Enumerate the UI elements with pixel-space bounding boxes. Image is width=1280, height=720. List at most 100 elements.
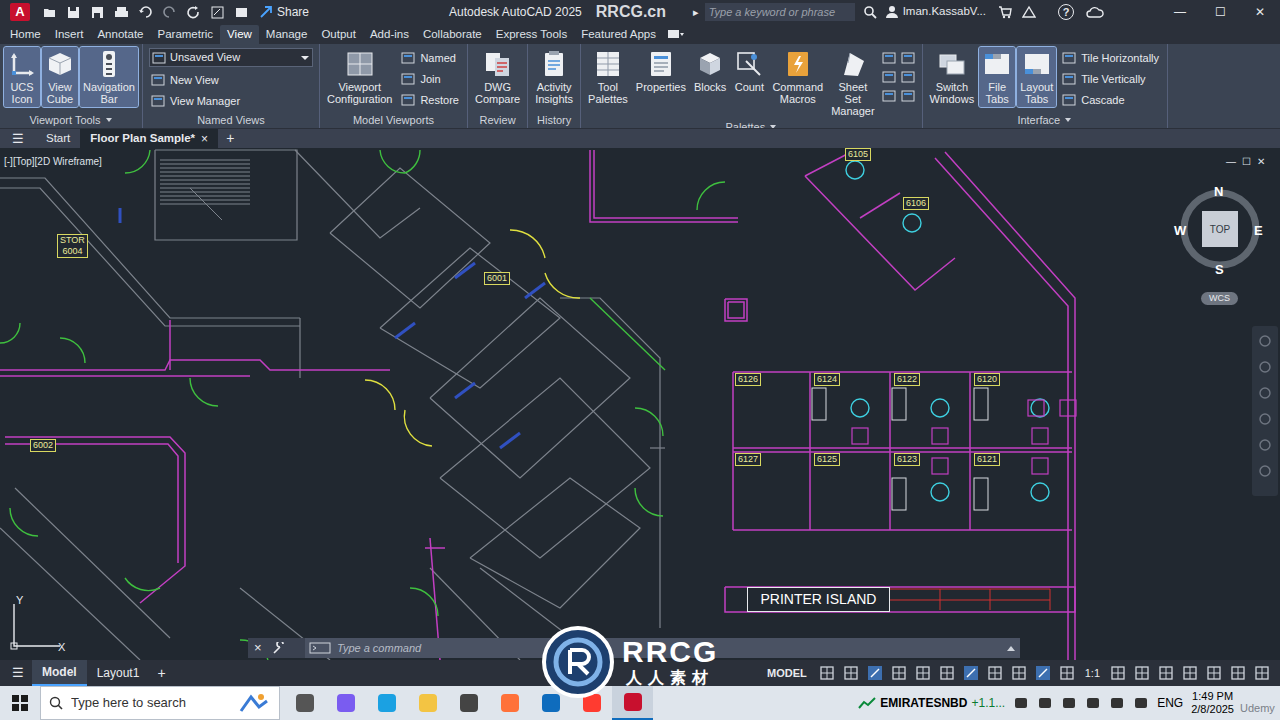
clock[interactable]: 1:49 PM2/8/2025 <box>1191 690 1234 716</box>
taskbar-app-button[interactable] <box>612 686 653 720</box>
ribbon-tab[interactable]: View <box>220 25 259 44</box>
ribbon-tab[interactable]: Add-ins <box>363 25 416 44</box>
floor-plan-canvas[interactable] <box>0 148 1280 660</box>
space-toggle[interactable]: MODEL <box>767 665 807 682</box>
ribbon-tab[interactable]: Annotate <box>90 25 150 44</box>
file-menu-button[interactable]: ☰ <box>0 129 36 149</box>
ribbon-small-button[interactable]: View Manager <box>149 91 313 111</box>
annotation-scale[interactable]: 1:1 <box>1085 665 1100 682</box>
ribbon-button[interactable]: Viewport Configuration <box>324 47 395 107</box>
layout-menu-button[interactable]: ☰ <box>12 663 24 683</box>
taskbar-app-button[interactable] <box>284 686 325 720</box>
new-tab-button[interactable]: + <box>218 128 242 149</box>
room-tag[interactable]: 6105 <box>845 148 871 161</box>
layout-tab[interactable]: Model <box>32 660 87 686</box>
drawing-area[interactable]: [-][Top][2D Wireframe] — ☐ ✕ STOR6004 6001 600… <box>0 148 1280 660</box>
ribbon-button[interactable]: Properties <box>633 47 689 95</box>
taskbar-app-button[interactable] <box>366 686 407 720</box>
ribbon-tab[interactable]: Express Tools <box>489 25 574 44</box>
ribbon-small-button[interactable]: Cascade <box>1060 90 1161 110</box>
named-view-dropdown[interactable]: Unsaved View <box>149 48 313 67</box>
ribbon-button[interactable]: UCS Icon <box>4 47 40 107</box>
room-tag[interactable]: 6122 <box>894 373 920 386</box>
ribbon-small-button[interactable]: Restore <box>399 90 461 110</box>
status-tool-icon-part <box>1061 667 1073 679</box>
ribbon-tab[interactable]: Featured Apps <box>574 25 663 44</box>
file-tab[interactable]: Start <box>36 129 80 149</box>
taskbar-app-button[interactable] <box>325 686 366 720</box>
ribbon-button[interactable]: DWG Compare <box>472 47 523 107</box>
user-account[interactable]: Iman.KassabV... <box>885 3 986 20</box>
room-tag[interactable]: 6124 <box>814 373 840 386</box>
file-tab[interactable]: Floor Plan Sample*× <box>80 129 218 149</box>
ribbon-small-button[interactable]: Tile Horizontally <box>1060 48 1161 68</box>
quick-access-icon-part <box>115 11 128 17</box>
view-cube-face[interactable]: TOP <box>1202 211 1238 247</box>
stair-tread <box>160 196 250 197</box>
taskbar-app-button[interactable] <box>448 686 489 720</box>
ribbon-small-button[interactable]: Tile Vertically <box>1060 69 1161 89</box>
room-tag[interactable]: 6002 <box>30 439 56 452</box>
viewport-label[interactable]: [-][Top][2D Wireframe] <box>4 154 102 169</box>
windows-start-icon-part <box>21 704 28 711</box>
command-close-button[interactable]: × <box>254 638 262 658</box>
ribbon-tab[interactable]: Home <box>3 25 48 44</box>
ribbon-button[interactable]: Switch Windows <box>927 47 978 107</box>
share-button[interactable]: Share <box>259 3 309 21</box>
ribbon-button[interactable]: Layout Tabs <box>1017 47 1056 107</box>
ribbon-button[interactable]: Sheet Set Manager <box>828 47 877 119</box>
room-tag[interactable]: 6125 <box>814 453 840 466</box>
ribbon-button[interactable]: Blocks <box>691 47 729 95</box>
ribbon-tab[interactable]: Manage <box>259 25 315 44</box>
app-logo[interactable]: A <box>10 3 30 21</box>
printer-island-label[interactable]: PRINTER ISLAND <box>747 587 890 612</box>
navigation-bar[interactable] <box>1252 326 1278 496</box>
room-tag[interactable]: 6001 <box>484 272 510 285</box>
ucs-menu[interactable]: WCS <box>1201 292 1238 305</box>
ribbon-button[interactable]: Tool Palettes <box>585 47 631 107</box>
ribbon-button[interactable]: Navigation Bar <box>80 47 138 107</box>
partition-line <box>805 176 955 290</box>
ribbon-button[interactable]: Activity Insights <box>532 47 576 107</box>
window-control-button[interactable]: ☐ <box>1200 0 1240 24</box>
close-tab-button[interactable]: × <box>201 130 208 148</box>
palette-small-icon-part <box>885 74 893 76</box>
room-tag[interactable]: 6123 <box>894 453 920 466</box>
window-control-button[interactable]: ✕ <box>1240 0 1280 24</box>
taskbar-search[interactable] <box>40 686 280 720</box>
taskbar-search-input[interactable] <box>71 693 229 713</box>
add-layout-button[interactable]: + <box>149 663 173 684</box>
ribbon-tab[interactable]: Insert <box>48 25 91 44</box>
room-tag[interactable]: 6127 <box>735 453 761 466</box>
viewport-control-button[interactable]: ✕ <box>1257 154 1265 169</box>
ribbon-small-button[interactable]: Named <box>399 48 461 68</box>
ribbon-tab[interactable]: Output <box>314 25 363 44</box>
ribbon-button[interactable]: Count <box>731 47 767 95</box>
palette-icon-grid[interactable] <box>880 47 918 104</box>
viewport-control-button[interactable]: ☐ <box>1242 154 1251 169</box>
room-tag[interactable]: 6106 <box>903 197 929 210</box>
door-swing <box>635 488 663 516</box>
keyword-search-field[interactable] <box>705 3 855 21</box>
ribbon-small-button[interactable]: New View <box>149 70 313 90</box>
room-tag[interactable]: 6121 <box>974 453 1000 466</box>
ribbon-button[interactable]: File Tabs <box>979 47 1015 107</box>
room-tag[interactable]: 6126 <box>735 373 761 386</box>
window-control-button[interactable]: — <box>1160 0 1200 24</box>
room-tag[interactable]: 6120 <box>974 373 1000 386</box>
ribbon-button[interactable]: View Cube <box>42 47 78 107</box>
ribbon-small-button[interactable]: Join <box>399 69 461 89</box>
viewport-control-button[interactable]: — <box>1226 154 1236 169</box>
stock-widget[interactable]: EMIRATESNBD+1.1... <box>858 694 1005 712</box>
layout-tab[interactable]: Layout1 <box>87 660 150 686</box>
view-cube[interactable]: TOPNSWE <box>1174 182 1266 278</box>
search-icon-part <box>872 14 876 18</box>
taskbar-app-button[interactable] <box>407 686 448 720</box>
ribbon-tab[interactable]: Collaborate <box>416 25 489 44</box>
ribbon-button[interactable]: Command Macros <box>769 47 826 107</box>
help-button[interactable]: ? <box>1058 4 1074 20</box>
ribbon-tab[interactable]: Parametric <box>151 25 221 44</box>
input-language[interactable]: ENG <box>1157 694 1183 712</box>
room-tag[interactable]: STOR6004 <box>57 234 88 258</box>
taskbar-app-button[interactable] <box>489 686 530 720</box>
